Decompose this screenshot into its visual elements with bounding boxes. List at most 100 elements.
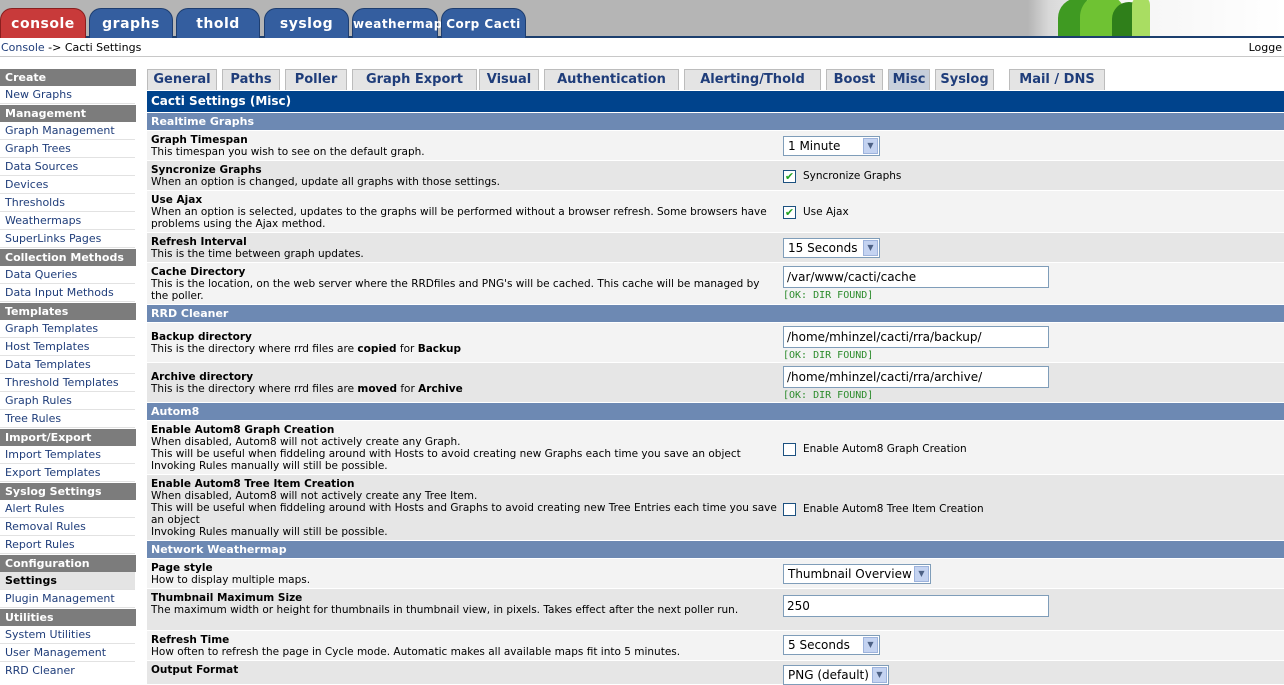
setting-label: Enable Autom8 Tree Item Creation <box>151 478 355 490</box>
tab-boost[interactable]: Boost <box>826 69 883 90</box>
breadcrumb-console-link[interactable]: Console <box>0 41 45 54</box>
sidebar-item-superlinks-pages[interactable]: SuperLinks Pages <box>0 230 135 248</box>
tab-thold[interactable]: thold <box>176 8 260 38</box>
sidebar-item-settings[interactable]: Settings <box>0 572 135 590</box>
sidebar-item-data-templates[interactable]: Data Templates <box>0 356 135 374</box>
top-navigation-bar: console graphs thold syslog weathermap C… <box>0 0 1284 38</box>
setting-description: This is the location, on the web server … <box>151 278 760 302</box>
setting-label: Cache Directory <box>151 266 246 278</box>
autom8-tree-checkbox[interactable] <box>783 502 796 516</box>
sidebar-item-graph-rules[interactable]: Graph Rules <box>0 392 135 410</box>
setting-description: This is the time between graph updates. <box>151 248 364 260</box>
setting-row-graph-timespan: Graph Timespan This timespan you wish to … <box>147 130 1284 160</box>
sidebar-item-user-management[interactable]: User Management <box>0 644 135 662</box>
settings-tabs: General Paths Poller Graph Export Visual… <box>147 69 1284 91</box>
chevron-down-icon: ▼ <box>863 240 878 256</box>
autom8-graph-checkbox[interactable] <box>783 442 796 456</box>
dir-status-text: [OK: DIR FOUND] <box>783 350 874 361</box>
logged-in-status: Logge <box>1248 41 1282 54</box>
chevron-down-icon: ▼ <box>863 637 878 653</box>
setting-row-autom8-tree: Enable Autom8 Tree Item Creation When di… <box>147 474 1284 540</box>
sidebar-item-thresholds[interactable]: Thresholds <box>0 194 135 212</box>
sidebar-header-management: Management <box>0 104 136 122</box>
sidebar-item-data-input-methods[interactable]: Data Input Methods <box>0 284 135 302</box>
setting-label: Archive directory <box>151 371 254 383</box>
setting-label: Output Format <box>151 664 239 676</box>
tab-alerting-thold[interactable]: Alerting/Thold <box>684 69 821 90</box>
tab-general[interactable]: General <box>147 69 217 90</box>
tab-graph-export[interactable]: Graph Export <box>352 69 477 90</box>
setting-row-refresh-time: Refresh Time How often to refresh the pag… <box>147 630 1284 660</box>
setting-row-output-format: Output Format PNG (default) ▼ <box>147 660 1284 685</box>
section-rrd-cleaner: RRD Cleaner <box>147 304 1284 322</box>
sidebar-item-plugin-management[interactable]: Plugin Management <box>0 590 135 608</box>
syncronize-graphs-checkbox[interactable]: ✔ <box>783 169 796 183</box>
tab-poller[interactable]: Poller <box>285 69 347 90</box>
sidebar-item-host-templates[interactable]: Host Templates <box>0 338 135 356</box>
tab-misc[interactable]: Misc <box>888 69 930 90</box>
sidebar-header-syslog-settings: Syslog Settings <box>0 482 136 500</box>
tab-weathermap[interactable]: weathermap <box>352 8 442 38</box>
sidebar-header-create: Create <box>0 68 136 86</box>
tab-graphs[interactable]: graphs <box>89 8 173 38</box>
sidebar-item-removal-rules[interactable]: Removal Rules <box>0 518 135 536</box>
thumbnail-size-input[interactable]: 250 <box>783 595 1049 617</box>
sidebar-item-new-graphs[interactable]: New Graphs <box>0 86 135 104</box>
sidebar-item-rrd-cleaner[interactable]: RRD Cleaner <box>0 662 135 679</box>
sidebar-item-report-rules[interactable]: Report Rules <box>0 536 135 554</box>
sidebar-item-data-queries[interactable]: Data Queries <box>0 266 135 284</box>
tab-authentication[interactable]: Authentication <box>544 69 679 90</box>
checkbox-label: Syncronize Graphs <box>803 170 902 182</box>
tab-syslog[interactable]: syslog <box>264 8 349 38</box>
check-icon: ✔ <box>784 169 795 183</box>
sidebar-item-weathermaps[interactable]: Weathermaps <box>0 212 135 230</box>
tab-mail-dns[interactable]: Mail / DNS <box>1009 69 1105 90</box>
sidebar-item-graph-templates[interactable]: Graph Templates <box>0 320 135 338</box>
backup-directory-input[interactable]: /home/mhinzel/cacti/rra/backup/ <box>783 326 1049 348</box>
setting-label: Refresh Time <box>151 634 230 646</box>
setting-label: Page style <box>151 562 213 574</box>
tab-console[interactable]: console <box>0 8 86 38</box>
sidebar-item-threshold-templates[interactable]: Threshold Templates <box>0 374 135 392</box>
sidebar-item-devices[interactable]: Devices <box>0 176 135 194</box>
sidebar-item-graph-trees[interactable]: Graph Trees <box>0 140 135 158</box>
setting-description: How to display multiple maps. <box>151 574 311 586</box>
setting-label: Syncronize Graphs <box>151 164 262 176</box>
setting-row-archive-directory: Archive directory This is the directory w… <box>147 362 1284 402</box>
tab-visual[interactable]: Visual <box>479 69 539 90</box>
cache-directory-input[interactable]: /var/www/cacti/cache <box>783 266 1049 288</box>
output-format-select[interactable]: PNG (default) ▼ <box>783 665 889 685</box>
section-realtime-graphs: Realtime Graphs <box>147 112 1284 130</box>
setting-row-syncronize-graphs: Syncronize Graphs When an option is chang… <box>147 160 1284 190</box>
archive-directory-input[interactable]: /home/mhinzel/cacti/rra/archive/ <box>783 366 1049 388</box>
page-style-select[interactable]: Thumbnail Overview ▼ <box>783 564 931 584</box>
sidebar-item-import-templates[interactable]: Import Templates <box>0 446 135 464</box>
setting-label: Use Ajax <box>151 194 203 206</box>
use-ajax-checkbox[interactable]: ✔ <box>783 205 796 219</box>
sidebar-item-graph-management[interactable]: Graph Management <box>0 122 135 140</box>
dir-status-text: [OK: DIR FOUND] <box>783 390 874 401</box>
sidebar-item-alert-rules[interactable]: Alert Rules <box>0 500 135 518</box>
graph-timespan-select[interactable]: 1 Minute ▼ <box>783 136 880 156</box>
setting-label: Thumbnail Maximum Size <box>151 592 303 604</box>
setting-description: The maximum width or height for thumbnai… <box>151 604 739 616</box>
sidebar-item-data-sources[interactable]: Data Sources <box>0 158 135 176</box>
refresh-interval-select[interactable]: 15 Seconds ▼ <box>783 238 880 258</box>
setting-row-thumbnail-size: Thumbnail Maximum Size The maximum width … <box>147 588 1284 630</box>
sidebar-header-utilities: Utilities <box>0 608 136 626</box>
section-network-weathermap: Network Weathermap <box>147 540 1284 558</box>
tab-syslog-settings[interactable]: Syslog <box>935 69 994 90</box>
sidebar-menu: Create New Graphs Management Graph Manag… <box>0 68 136 679</box>
sidebar-header-configuration: Configuration <box>0 554 136 572</box>
page-title: Cacti Settings (Misc) <box>147 91 1284 112</box>
sidebar-item-tree-rules[interactable]: Tree Rules <box>0 410 135 428</box>
sidebar-item-export-templates[interactable]: Export Templates <box>0 464 135 482</box>
sidebar-header-import-export: Import/Export <box>0 428 136 446</box>
refresh-time-select[interactable]: 5 Seconds ▼ <box>783 635 880 655</box>
tab-corp-cacti[interactable]: Corp Cacti <box>441 8 526 38</box>
setting-label: Refresh Interval <box>151 236 247 248</box>
tab-paths[interactable]: Paths <box>222 69 280 90</box>
checkbox-label: Enable Autom8 Graph Creation <box>803 443 967 455</box>
chevron-down-icon: ▼ <box>914 566 929 582</box>
sidebar-item-system-utilities[interactable]: System Utilities <box>0 626 135 644</box>
